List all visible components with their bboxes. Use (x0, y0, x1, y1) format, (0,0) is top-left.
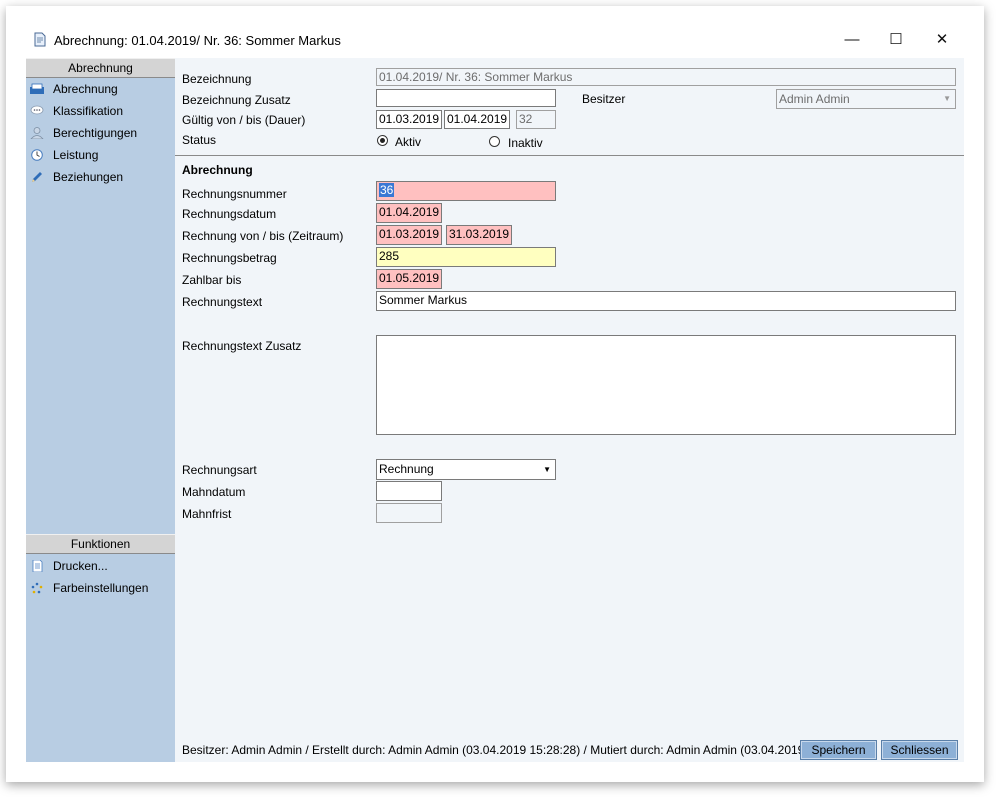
gueltig-bis-field[interactable]: 01.04.2019 (444, 110, 510, 129)
rechnungstext-field[interactable]: Sommer Markus (376, 291, 956, 311)
status-bar: Besitzer: Admin Admin / Erstellt durch: … (175, 738, 964, 762)
sidebar-item-label: Abrechnung (53, 82, 118, 96)
maximize-icon: ☐ (889, 31, 903, 48)
sidebar-item-label: Farbeinstellungen (53, 581, 149, 595)
rechnungsart-label: Rechnungsart (182, 463, 257, 477)
chevron-down-icon: ▼ (543, 465, 551, 474)
sidebar-section-abrechnung[interactable]: Abrechnung (26, 58, 175, 78)
color-palette-icon (31, 582, 43, 594)
mahnfrist-label: Mahnfrist (182, 507, 232, 521)
zeitraum-bis-field[interactable]: 31.03.2019 (446, 225, 512, 245)
user-icon (30, 127, 44, 139)
besitzer-select[interactable]: Admin Admin ▼ (776, 89, 956, 109)
close-button[interactable]: Schliessen (881, 740, 958, 760)
zeitraum-von-field[interactable]: 01.03.2019 (376, 225, 442, 245)
audit-info-text: Besitzer: Admin Admin / Erstellt durch: … (182, 743, 859, 757)
save-button[interactable]: Speichern (800, 740, 877, 760)
rechnungsdatum-field[interactable]: 01.04.2019 (376, 203, 442, 223)
rechnungsart-value: Rechnung (379, 462, 434, 476)
zahlbar-bis-field[interactable]: 01.05.2019 (376, 269, 442, 289)
rechnungstext-zusatz-field[interactable] (376, 335, 956, 435)
sidebar-item-label: Klassifikation (53, 104, 124, 118)
mahndatum-label: Mahndatum (182, 485, 246, 499)
mahnfrist-field[interactable] (376, 503, 442, 523)
document-icon (34, 32, 46, 47)
besitzer-label: Besitzer (582, 92, 626, 106)
zahlbar-bis-label: Zahlbar bis (182, 273, 242, 287)
rechnungsbetrag-label: Rechnungsbetrag (182, 251, 277, 265)
divider (175, 155, 964, 156)
print-document-icon (32, 560, 43, 572)
minimize-button[interactable]: — (832, 26, 872, 54)
mahndatum-field[interactable] (376, 481, 442, 501)
rechnungsdatum-label: Rechnungsdatum (182, 207, 277, 221)
besitzer-value: Admin Admin (779, 92, 850, 106)
status-label: Status (182, 133, 217, 147)
abrechnung-section-title: Abrechnung (182, 163, 253, 177)
speech-bubble-icon (30, 105, 44, 115)
window-title: Abrechnung: 01.04.2019/ Nr. 36: Sommer M… (54, 33, 341, 48)
bezeichnung-field[interactable]: 01.04.2019/ Nr. 36: Sommer Markus (376, 68, 956, 86)
bezeichnung-zusatz-label: Bezeichnung Zusatz (182, 93, 291, 107)
status-aktiv-label[interactable]: Aktiv (395, 135, 421, 149)
sidebar: Abrechnung Abrechnung Klassifikation Ber… (26, 58, 175, 762)
bezeichnung-label: Bezeichnung (182, 72, 252, 86)
sidebar-item-label: Beziehungen (53, 170, 124, 184)
bezeichnung-zusatz-field[interactable] (376, 89, 556, 107)
rechnungstext-zusatz-label: Rechnungstext Zusatz (182, 339, 302, 353)
close-icon: ✕ (935, 31, 949, 48)
clock-icon (31, 149, 43, 161)
title-bar[interactable]: Abrechnung: 01.04.2019/ Nr. 36: Sommer M… (6, 6, 984, 58)
rechnungsbetrag-field[interactable]: 285 (376, 247, 556, 267)
status-aktiv-radio[interactable] (377, 135, 388, 146)
status-inaktiv-radio[interactable] (489, 136, 500, 147)
pencil-icon (32, 172, 42, 182)
sidebar-item-label: Berechtigungen (53, 126, 138, 140)
rechnungsnummer-value: 36 (379, 183, 395, 197)
dauer-field[interactable]: 32 (516, 110, 556, 129)
close-window-button[interactable]: ✕ (922, 26, 962, 54)
rechnungsnummer-field[interactable]: 36 (376, 181, 556, 201)
sidebar-item-label: Leistung (53, 148, 99, 162)
rechnungsart-select[interactable]: Rechnung ▼ (376, 459, 556, 480)
gueltig-von-field[interactable]: 01.03.2019 (376, 110, 442, 129)
maximize-button[interactable]: ☐ (876, 26, 916, 54)
sidebar-item-label: Drucken... (53, 559, 108, 573)
gueltig-label: Gültig von / bis (Dauer) (182, 113, 306, 127)
rechnungstext-label: Rechnungstext (182, 295, 263, 309)
status-inaktiv-label[interactable]: Inaktiv (508, 136, 543, 150)
invoice-icon (30, 83, 44, 94)
form-area: Bezeichnung 01.04.2019/ Nr. 36: Sommer M… (175, 58, 964, 738)
zeitraum-label: Rechnung von / bis (Zeitraum) (182, 229, 344, 243)
rechnungsnummer-label: Rechnungsnummer (182, 187, 287, 201)
chevron-down-icon: ▼ (943, 94, 951, 103)
dialog-window: Abrechnung: 01.04.2019/ Nr. 36: Sommer M… (6, 6, 984, 782)
minimize-icon: — (844, 31, 860, 48)
sidebar-section-funktionen[interactable]: Funktionen (26, 534, 175, 554)
